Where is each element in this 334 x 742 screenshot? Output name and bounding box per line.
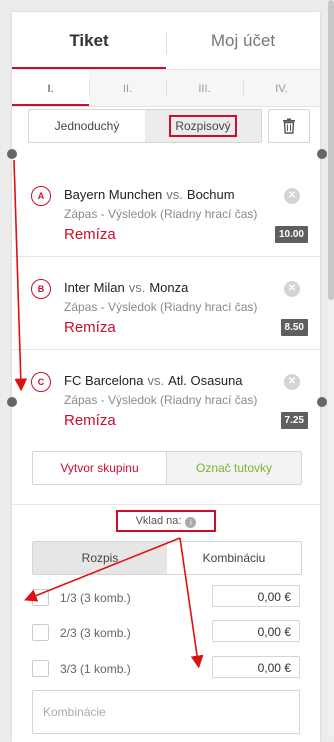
info-icon[interactable]: i xyxy=(185,517,197,528)
tab-ticket-1[interactable]: I. xyxy=(12,70,89,106)
tab-my-account[interactable]: Moj účet xyxy=(166,12,320,68)
combination-label: 2/3 (3 komb.) xyxy=(60,626,131,640)
bet-item[interactable]: A Bayern Munchen vs. Bochum Zápas - Výsled… xyxy=(12,164,320,257)
combination-row: 1/3 (3 komb.) 0,00 € xyxy=(32,585,300,611)
close-icon[interactable]: ✕ xyxy=(284,374,300,390)
vs-label: vs. xyxy=(128,280,146,295)
bet-odds: 10.00 xyxy=(274,226,308,243)
bet-slip-panel: Tiket Moj účet I. II. III. IV. Jednoduch… xyxy=(12,12,320,742)
close-icon[interactable]: ✕ xyxy=(284,188,300,204)
bet-match: FC Barcelona vs. Atl. Osasuna xyxy=(64,373,243,388)
stake-label-text: Vklad na: xyxy=(135,515,182,527)
bet-letter-badge: B xyxy=(31,279,51,299)
home-team: Bayern Munchen xyxy=(64,187,163,202)
bet-pick: Remíza xyxy=(64,319,116,336)
combinations-input[interactable]: Kombinácie xyxy=(32,690,300,734)
stake-combination-button[interactable]: Kombináciu xyxy=(167,542,301,574)
home-team: FC Barcelona xyxy=(64,373,144,388)
system-mode-label: Rozpisový xyxy=(169,115,237,137)
create-group-button[interactable]: Vytvor skupinu xyxy=(33,452,167,484)
combination-checkbox[interactable] xyxy=(32,660,49,677)
away-team: Atl. Osasuna xyxy=(168,373,243,388)
bet-odds: 7.25 xyxy=(280,412,308,429)
group-actions: Vytvor skupinu Označ tutovky xyxy=(32,451,302,485)
combination-amount-input[interactable]: 0,00 € xyxy=(212,620,300,642)
vs-label: vs. xyxy=(166,187,183,202)
vs-label: vs. xyxy=(147,373,165,388)
tab-ticket[interactable]: Tiket xyxy=(12,12,166,68)
scrollbar-thumb[interactable] xyxy=(328,0,334,300)
stake-label: Vklad na: i xyxy=(116,510,216,532)
bet-odds: 8.50 xyxy=(280,319,308,336)
bet-market: Zápas - Výsledok (Riadny hrací čas) xyxy=(64,393,258,407)
close-icon[interactable]: ✕ xyxy=(284,281,300,297)
away-team: Bochum xyxy=(186,187,235,202)
ticket-notch xyxy=(7,149,17,159)
bet-letter-badge: C xyxy=(31,372,51,392)
system-mode-button[interactable]: Rozpisový xyxy=(145,110,261,142)
combination-label: 3/3 (1 komb.) xyxy=(60,662,131,676)
combination-checkbox[interactable] xyxy=(32,589,49,606)
combination-label: 1/3 (3 komb.) xyxy=(60,591,131,605)
combination-amount-input[interactable]: 0,00 € xyxy=(212,656,300,678)
single-mode-button[interactable]: Jednoduchý xyxy=(29,110,145,142)
tab-ticket-3[interactable]: III. xyxy=(166,70,243,106)
bet-list: A Bayern Munchen vs. Bochum Zápas - Výsled… xyxy=(12,164,320,442)
clear-ticket-button[interactable] xyxy=(268,109,310,143)
away-team: Monza xyxy=(149,280,189,295)
scrollbar[interactable] xyxy=(328,0,334,736)
mark-banker-button[interactable]: Označ tutovky xyxy=(167,452,301,484)
bet-pick: Remíza xyxy=(64,226,116,243)
trash-icon xyxy=(283,118,295,134)
ticket-notch xyxy=(317,149,327,159)
section-divider xyxy=(12,504,320,505)
active-ticket-indicator xyxy=(12,104,89,106)
bet-market: Zápas - Výsledok (Riadny hrací čas) xyxy=(64,300,258,314)
bet-item[interactable]: C FC Barcelona vs. Atl. Osasuna Zápas - Vý… xyxy=(12,350,320,442)
ticket-notch xyxy=(7,397,17,407)
ticket-number-tabs: I. II. III. IV. xyxy=(12,70,320,107)
bet-item[interactable]: B Inter Milan vs. Monza Zápas - Výsledok (… xyxy=(12,257,320,350)
combination-amount-input[interactable]: 0,00 € xyxy=(212,585,300,607)
bet-match: Inter Milan vs. Monza xyxy=(64,280,188,295)
combination-row: 2/3 (3 komb.) 0,00 € xyxy=(32,620,300,646)
bet-market: Zápas - Výsledok (Riadny hrací čas) xyxy=(64,207,258,221)
main-tabs: Tiket Moj účet xyxy=(12,12,320,70)
home-team: Inter Milan xyxy=(64,280,125,295)
stake-mode-toggle: Rozpis Kombináciu xyxy=(32,541,302,575)
bet-letter-badge: A xyxy=(31,186,51,206)
bet-match: Bayern Munchen vs. Bochum xyxy=(64,187,235,202)
ticket-notch xyxy=(317,397,327,407)
tab-ticket-2[interactable]: II. xyxy=(89,70,166,106)
bet-mode-toggle: Jednoduchý Rozpisový xyxy=(28,109,262,143)
combination-row: 3/3 (1 komb.) 0,00 € xyxy=(32,656,300,682)
stake-system-button[interactable]: Rozpis xyxy=(33,542,167,574)
active-tab-indicator xyxy=(12,67,166,69)
tab-ticket-4[interactable]: IV. xyxy=(243,70,320,106)
combination-checkbox[interactable] xyxy=(32,624,49,641)
bet-pick: Remíza xyxy=(64,412,116,429)
